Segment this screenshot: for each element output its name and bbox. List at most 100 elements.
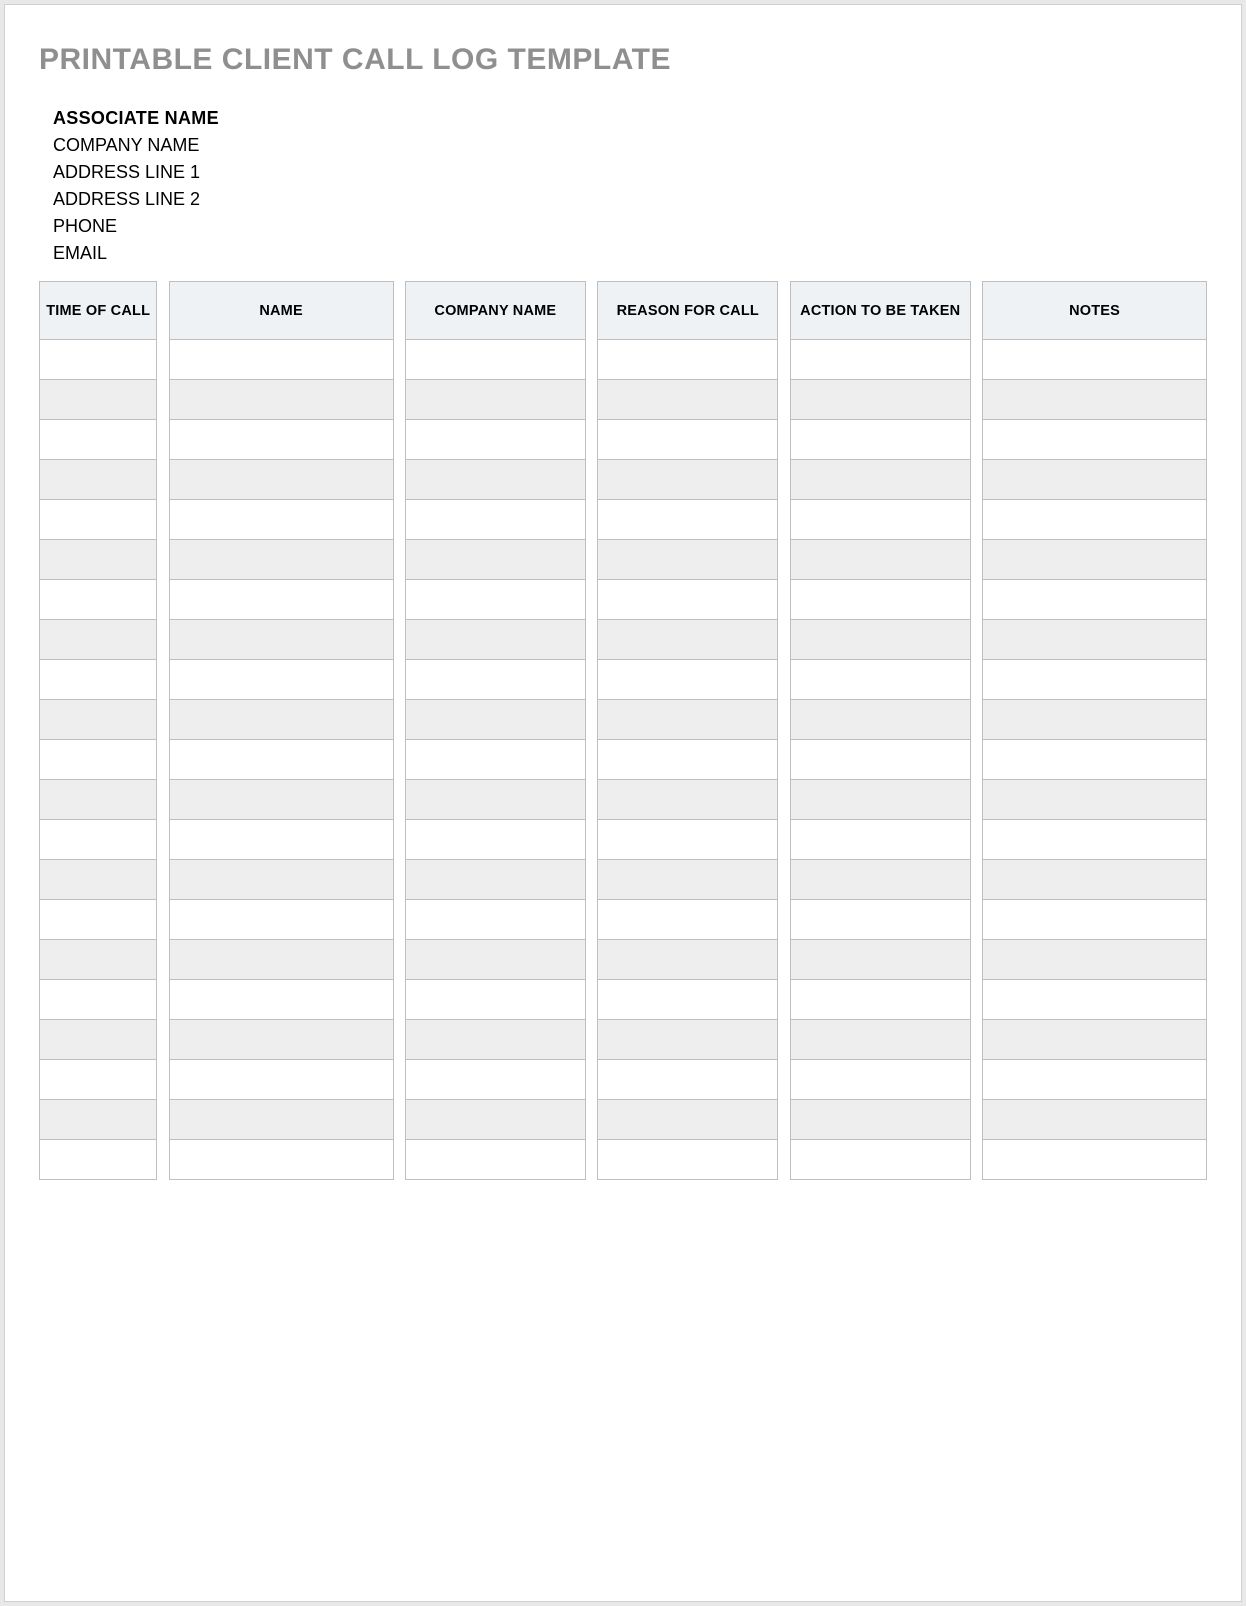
cell-notes[interactable] (983, 900, 1207, 940)
cell-company[interactable] (405, 420, 585, 460)
cell-company[interactable] (405, 860, 585, 900)
cell-action[interactable] (790, 1140, 970, 1180)
cell-name[interactable] (169, 340, 393, 380)
cell-reason[interactable] (598, 580, 778, 620)
cell-action[interactable] (790, 1060, 970, 1100)
cell-reason[interactable] (598, 540, 778, 580)
cell-action[interactable] (790, 1100, 970, 1140)
cell-company[interactable] (405, 1100, 585, 1140)
cell-reason[interactable] (598, 780, 778, 820)
cell-action[interactable] (790, 660, 970, 700)
cell-reason[interactable] (598, 940, 778, 980)
cell-time[interactable] (40, 500, 157, 540)
cell-name[interactable] (169, 740, 393, 780)
cell-time[interactable] (40, 820, 157, 860)
cell-time[interactable] (40, 420, 157, 460)
cell-time[interactable] (40, 1100, 157, 1140)
cell-reason[interactable] (598, 1100, 778, 1140)
cell-notes[interactable] (983, 660, 1207, 700)
cell-notes[interactable] (983, 380, 1207, 420)
cell-company[interactable] (405, 1060, 585, 1100)
cell-reason[interactable] (598, 820, 778, 860)
cell-action[interactable] (790, 980, 970, 1020)
cell-notes[interactable] (983, 1100, 1207, 1140)
cell-company[interactable] (405, 460, 585, 500)
cell-time[interactable] (40, 1060, 157, 1100)
cell-action[interactable] (790, 420, 970, 460)
cell-reason[interactable] (598, 1020, 778, 1060)
cell-time[interactable] (40, 860, 157, 900)
cell-time[interactable] (40, 340, 157, 380)
cell-action[interactable] (790, 780, 970, 820)
cell-company[interactable] (405, 660, 585, 700)
cell-time[interactable] (40, 460, 157, 500)
cell-notes[interactable] (983, 420, 1207, 460)
cell-time[interactable] (40, 940, 157, 980)
cell-company[interactable] (405, 900, 585, 940)
cell-name[interactable] (169, 420, 393, 460)
cell-name[interactable] (169, 500, 393, 540)
cell-reason[interactable] (598, 980, 778, 1020)
cell-action[interactable] (790, 940, 970, 980)
cell-name[interactable] (169, 540, 393, 580)
cell-time[interactable] (40, 660, 157, 700)
cell-company[interactable] (405, 620, 585, 660)
cell-action[interactable] (790, 1020, 970, 1060)
cell-reason[interactable] (598, 860, 778, 900)
cell-action[interactable] (790, 700, 970, 740)
cell-notes[interactable] (983, 1140, 1207, 1180)
cell-company[interactable] (405, 780, 585, 820)
cell-action[interactable] (790, 620, 970, 660)
cell-name[interactable] (169, 860, 393, 900)
cell-name[interactable] (169, 660, 393, 700)
cell-notes[interactable] (983, 940, 1207, 980)
cell-notes[interactable] (983, 780, 1207, 820)
cell-action[interactable] (790, 460, 970, 500)
cell-time[interactable] (40, 740, 157, 780)
cell-time[interactable] (40, 1140, 157, 1180)
cell-notes[interactable] (983, 740, 1207, 780)
cell-notes[interactable] (983, 820, 1207, 860)
cell-reason[interactable] (598, 340, 778, 380)
cell-name[interactable] (169, 820, 393, 860)
cell-name[interactable] (169, 1140, 393, 1180)
cell-action[interactable] (790, 340, 970, 380)
cell-time[interactable] (40, 700, 157, 740)
cell-action[interactable] (790, 820, 970, 860)
cell-reason[interactable] (598, 660, 778, 700)
cell-name[interactable] (169, 620, 393, 660)
cell-time[interactable] (40, 620, 157, 660)
cell-company[interactable] (405, 340, 585, 380)
cell-time[interactable] (40, 540, 157, 580)
cell-notes[interactable] (983, 340, 1207, 380)
cell-company[interactable] (405, 940, 585, 980)
cell-company[interactable] (405, 580, 585, 620)
cell-notes[interactable] (983, 860, 1207, 900)
cell-notes[interactable] (983, 620, 1207, 660)
cell-notes[interactable] (983, 1020, 1207, 1060)
cell-name[interactable] (169, 780, 393, 820)
cell-reason[interactable] (598, 900, 778, 940)
cell-notes[interactable] (983, 700, 1207, 740)
cell-notes[interactable] (983, 980, 1207, 1020)
cell-action[interactable] (790, 860, 970, 900)
cell-company[interactable] (405, 740, 585, 780)
cell-reason[interactable] (598, 700, 778, 740)
cell-action[interactable] (790, 740, 970, 780)
cell-reason[interactable] (598, 1140, 778, 1180)
cell-name[interactable] (169, 940, 393, 980)
cell-name[interactable] (169, 980, 393, 1020)
cell-company[interactable] (405, 980, 585, 1020)
cell-reason[interactable] (598, 620, 778, 660)
cell-company[interactable] (405, 700, 585, 740)
cell-notes[interactable] (983, 580, 1207, 620)
cell-action[interactable] (790, 580, 970, 620)
cell-time[interactable] (40, 580, 157, 620)
cell-company[interactable] (405, 500, 585, 540)
cell-notes[interactable] (983, 1060, 1207, 1100)
cell-company[interactable] (405, 540, 585, 580)
cell-reason[interactable] (598, 380, 778, 420)
cell-name[interactable] (169, 580, 393, 620)
cell-company[interactable] (405, 1140, 585, 1180)
cell-reason[interactable] (598, 420, 778, 460)
